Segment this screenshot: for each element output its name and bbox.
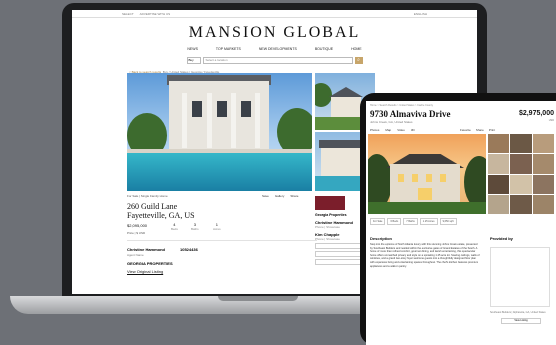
stat-baths: 3 Baths	[191, 222, 199, 231]
tab-video[interactable]: Video	[397, 128, 405, 132]
nav-news[interactable]: NEWS	[187, 47, 198, 51]
tablet-listing-location: Johns Creek, GA, United States	[370, 120, 413, 124]
tag: 6 Beds	[387, 218, 402, 225]
tab-map[interactable]: Map	[385, 128, 391, 132]
nav-home[interactable]: HOME	[351, 47, 362, 51]
photo-thumb[interactable]	[488, 134, 510, 154]
tablet-media-tabs: Photos Map Video 3D	[370, 128, 415, 132]
tag: For Sale	[370, 218, 386, 225]
listing-actions: Save Gallery Share	[262, 194, 298, 198]
tag: 7 Baths	[403, 218, 418, 225]
listing-address-line1: 260 Guild Lane	[127, 202, 178, 211]
provided-by-panel: Provided by Southeast Builders | Alphare…	[490, 236, 552, 324]
listing-main-photo[interactable]	[127, 73, 312, 191]
view-listing-button[interactable]: View Listing	[501, 317, 541, 324]
stat-acres: 1 Acres	[213, 222, 221, 231]
stat-beds-label: Beds	[171, 227, 178, 231]
laptop-notch	[218, 296, 298, 301]
tag: 1.25 Acres	[419, 218, 438, 225]
listing-price: $2,095,000	[127, 223, 148, 228]
nav-boutique[interactable]: BOUTIQUE	[315, 47, 333, 51]
tab-photos[interactable]: Photos	[370, 128, 379, 132]
stat-beds: 4 Beds	[171, 222, 178, 231]
search-bar: Buy Select a location ⌕	[72, 57, 477, 64]
provided-by-heading: Provided by	[490, 236, 513, 241]
location-search-input[interactable]: Select a location	[202, 57, 353, 64]
share-button[interactable]: Share	[290, 194, 298, 198]
photo-thumb[interactable]	[488, 154, 510, 174]
tablet-price-currency: USD	[548, 119, 554, 122]
listing-type: For Sale | Single Family Home	[127, 194, 168, 198]
save-button[interactable]: Save	[262, 194, 269, 198]
photo-thumb[interactable]	[510, 194, 532, 214]
tablet-actions: Favorite Share Print	[460, 128, 495, 132]
photo-thumb[interactable]	[532, 174, 554, 194]
description-heading: Description	[370, 236, 393, 241]
share-button[interactable]: Share	[476, 128, 484, 132]
tablet-breadcrumb[interactable]: Home > Search Results > United States > …	[370, 104, 433, 107]
divider	[127, 240, 317, 241]
topbar-advertise-link[interactable]: ADVERTISE WITH US	[140, 12, 170, 16]
brokerage-logo	[315, 196, 345, 210]
listing-address-line2: Fayetteville, GA, US	[127, 211, 195, 220]
tablet-main-photo[interactable]	[368, 134, 486, 214]
gallery-button[interactable]: Gallery	[275, 194, 285, 198]
buy-select[interactable]: Buy	[186, 57, 201, 64]
photo-thumb[interactable]	[510, 154, 532, 174]
description-text: Step into the epitome of North Atlanta l…	[370, 243, 480, 268]
provider-address: Southeast Builders | Alpharetta, GA, Uni…	[490, 311, 546, 314]
photo-thumb[interactable]	[510, 174, 532, 194]
agent-phone[interactable]: 10524436	[180, 247, 198, 252]
nav-new-developments[interactable]: NEW DEVELOPMENTS	[259, 47, 297, 51]
photo-thumb[interactable]	[532, 154, 554, 174]
nav-top-markets[interactable]: TOP MARKETS	[216, 47, 241, 51]
provider-logo	[490, 247, 550, 307]
agent-name: Christine Hammond	[127, 247, 166, 252]
agent-firm: GEORGIA PROPERTIES	[127, 261, 173, 266]
agent-role: Agent Name	[127, 253, 144, 257]
language-select[interactable]: ENGLISH	[414, 12, 427, 16]
tablet-listing-title: 9730 Almaviva Drive	[370, 109, 451, 119]
print-button[interactable]: Print	[489, 128, 495, 132]
topbar-select[interactable]: SELECT	[122, 12, 134, 16]
tablet-screen: Home > Search Results > United States > …	[366, 101, 556, 345]
tablet-photo-grid	[488, 134, 554, 214]
photo-thumb[interactable]	[488, 194, 510, 214]
tab-3d[interactable]: 3D	[411, 128, 415, 132]
main-nav: NEWS TOP MARKETS NEW DEVELOPMENTS BOUTIQ…	[72, 47, 477, 51]
view-original-listing-link[interactable]: View Original Listing	[127, 269, 163, 274]
site-logo[interactable]: MANSION GLOBAL	[72, 24, 477, 42]
currency-select[interactable]: Price | $ USD	[127, 231, 145, 235]
search-button[interactable]: ⌕	[354, 57, 363, 64]
tablet-tags: For Sale 6 Beds 7 Baths 1.25 Acres 9,650…	[370, 218, 457, 225]
site-topbar: SELECT ADVERTISE WITH US ENGLISH	[72, 10, 477, 18]
favorite-button[interactable]: Favorite	[460, 128, 471, 132]
photo-thumb[interactable]	[532, 194, 554, 214]
photo-thumb[interactable]	[532, 134, 554, 154]
photo-thumb[interactable]	[488, 174, 510, 194]
tag: 9,650 sqft	[439, 218, 457, 225]
stat-baths-label: Baths	[191, 227, 199, 231]
tablet-listing-price: $2,975,000	[518, 110, 554, 117]
stat-acres-label: Acres	[213, 227, 221, 231]
photo-thumb[interactable]	[510, 134, 532, 154]
search-icon: ⌕	[357, 57, 360, 63]
